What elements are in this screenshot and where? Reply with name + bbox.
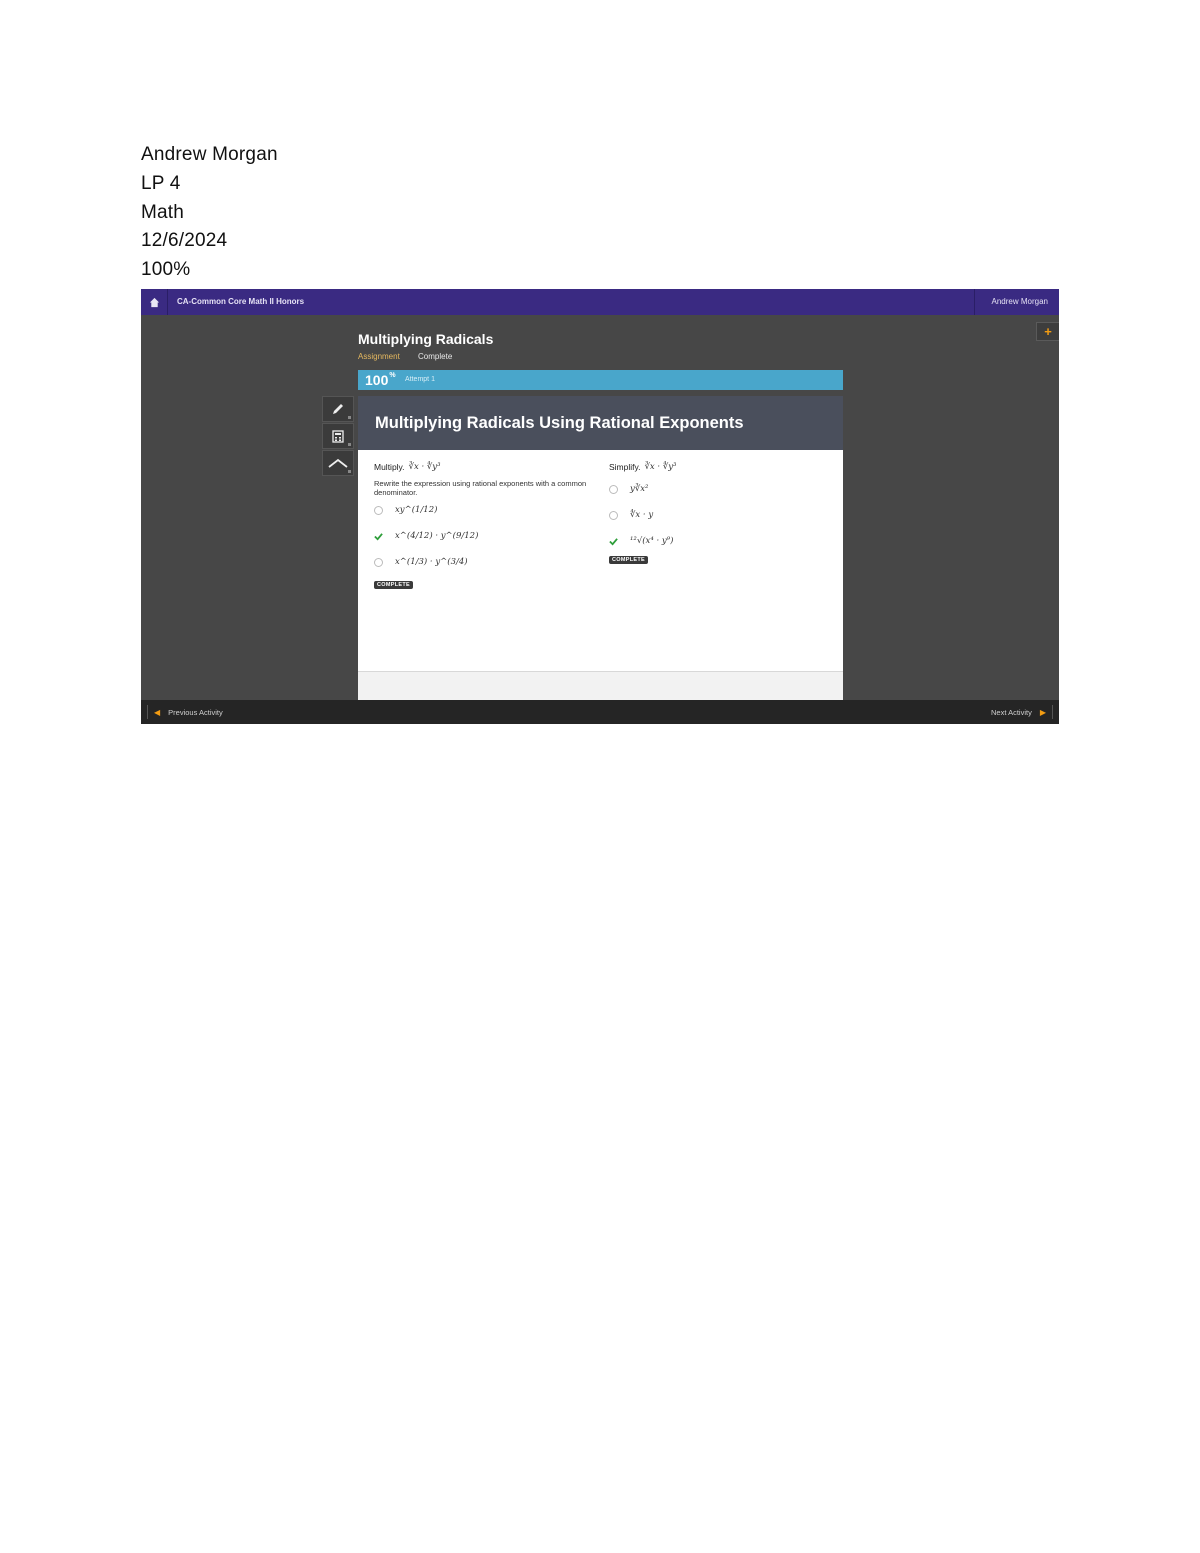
prompt-label: Simplify. [609,462,641,472]
progress-bar: 100% Attempt 1 [358,370,843,390]
option-math: x^(1/3) · y^(3/4) [395,557,468,567]
caret-up-icon [328,458,348,468]
lesson-code: LP 4 [141,172,181,194]
home-icon [149,297,159,307]
tab-assignment[interactable]: Assignment [358,352,400,361]
question-prompt: Simplify. ∛x · ∜y³ [609,462,824,472]
answer-option-selected[interactable]: ¹²√(x⁴ · y⁹) [609,528,824,554]
subject: Math [141,201,185,223]
top-navigation-bar: CA-Common Core Math II Honors Andrew Mor… [141,289,1059,315]
prompt-math: ∛x · ∜y³ [408,462,441,472]
calculator-tool-button[interactable] [322,423,354,449]
student-name: Andrew Morgan [141,144,278,165]
pencil-icon [333,404,343,414]
user-name: Andrew Morgan [991,297,1048,306]
answer-option[interactable]: ∜x · y [609,502,824,528]
date: 12/6/2024 [141,230,228,252]
lesson-title: Multiplying Radicals [358,331,494,347]
course-title[interactable]: CA-Common Core Math II Honors [177,289,304,315]
score: 100% [141,259,191,281]
screenshot: CA-Common Core Math II Honors Andrew Mor… [141,289,1059,724]
home-button[interactable] [141,289,168,315]
question-prompt: Multiply. ∛x · ∜y³ [374,462,589,472]
next-activity-button[interactable]: Next Activity ▶ [991,705,1053,719]
expand-button[interactable]: + [1036,322,1059,341]
lesson-tabs: Assignment Complete [358,352,452,361]
answer-option[interactable]: x^(1/3) · y^(3/4) [374,549,589,575]
radio-button[interactable] [609,484,618,494]
radio-button[interactable] [609,510,618,520]
progress-value: 100% [365,372,396,388]
panel-header: Multiplying Radicals Using Rational Expo… [358,396,843,450]
reference-tool-button[interactable] [322,450,354,476]
activity-panel: Multiplying Radicals Using Rational Expo… [358,396,843,700]
option-math: ∜x · y [630,510,654,520]
checkmark-icon [374,532,383,541]
question-right: Simplify. ∛x · ∜y³ y∛x² ∜x · y ¹²√(x⁴ · … [609,462,824,564]
panel-title: Multiplying Radicals Using Rational Expo… [375,414,744,432]
user-menu[interactable]: Andrew Morgan [974,289,1059,315]
complete-badge: COMPLETE [374,581,413,589]
panel-footer [358,671,843,700]
progress-label: Attempt 1 [405,376,435,383]
radio-button[interactable] [374,505,383,515]
option-math: ¹²√(x⁴ · y⁹) [630,536,674,546]
answer-option-selected[interactable]: x^(4/12) · y^(9/12) [374,523,589,549]
question-left: Multiply. ∛x · ∜y³ Rewrite the expressio… [374,462,589,589]
document-header: Andrew Morgan LP 4 Math 12/6/2024 100% [141,141,278,285]
checkmark-icon [609,537,618,546]
radio-button[interactable] [374,557,383,567]
option-math: xy^(1/12) [395,505,438,515]
calculator-icon [332,429,344,443]
pencil-tool-button[interactable] [322,396,354,422]
status-complete: Complete [418,352,453,361]
plus-icon: + [1044,324,1052,339]
option-math: y∛x² [630,484,649,494]
prompt-label: Multiply. [374,462,405,472]
previous-activity-button[interactable]: ◀ Previous Activity [147,705,223,719]
answer-option[interactable]: xy^(1/12) [374,497,589,523]
arrow-right-icon: ▶ [1039,707,1046,717]
tool-sidebar [322,396,354,477]
question-instruction: Rewrite the expression using rational ex… [374,479,587,497]
prompt-math: ∛x · ∜y³ [644,462,677,472]
previous-activity-label: Previous Activity [168,707,223,717]
option-math: x^(4/12) · y^(9/12) [395,531,479,541]
complete-badge: COMPLETE [609,556,648,564]
answer-option[interactable]: y∛x² [609,476,824,502]
arrow-left-icon: ◀ [154,707,161,717]
next-activity-label: Next Activity [991,707,1032,717]
bottom-navigation-bar: ◀ Previous Activity Next Activity ▶ [141,700,1059,724]
